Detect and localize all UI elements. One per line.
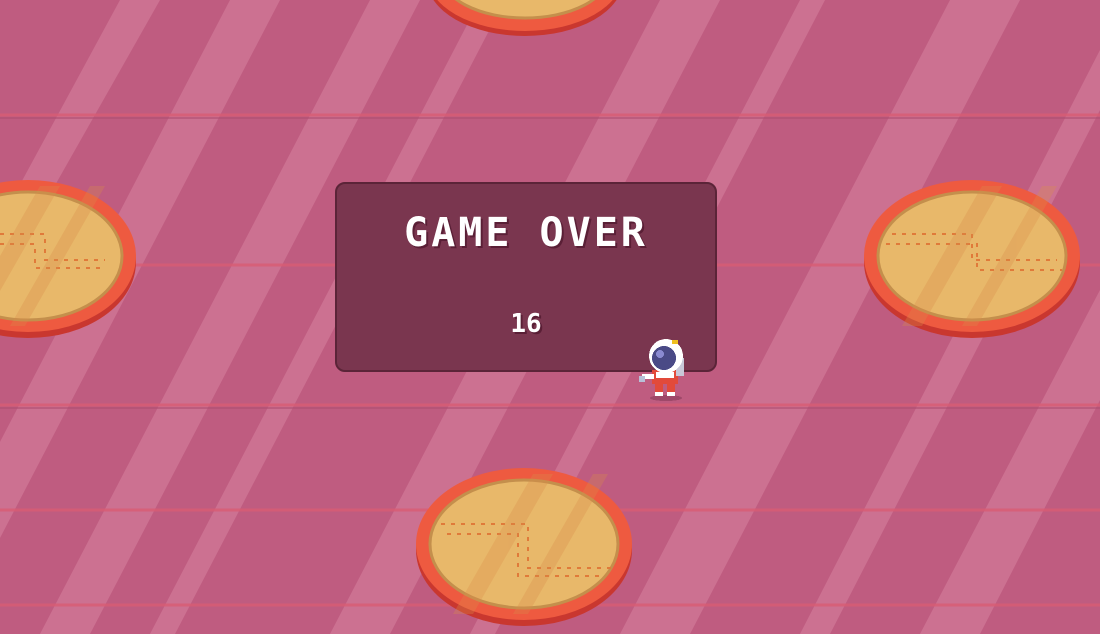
game-over-title: GAME OVER <box>404 210 648 256</box>
platform-left <box>0 180 136 338</box>
game-scene: GAME OVER 16 <box>0 0 1100 634</box>
score-value: 16 <box>510 309 542 339</box>
platform-right <box>864 180 1080 338</box>
platform-bottom <box>416 468 632 626</box>
astronaut-player <box>639 339 684 401</box>
platform-top <box>433 0 617 36</box>
